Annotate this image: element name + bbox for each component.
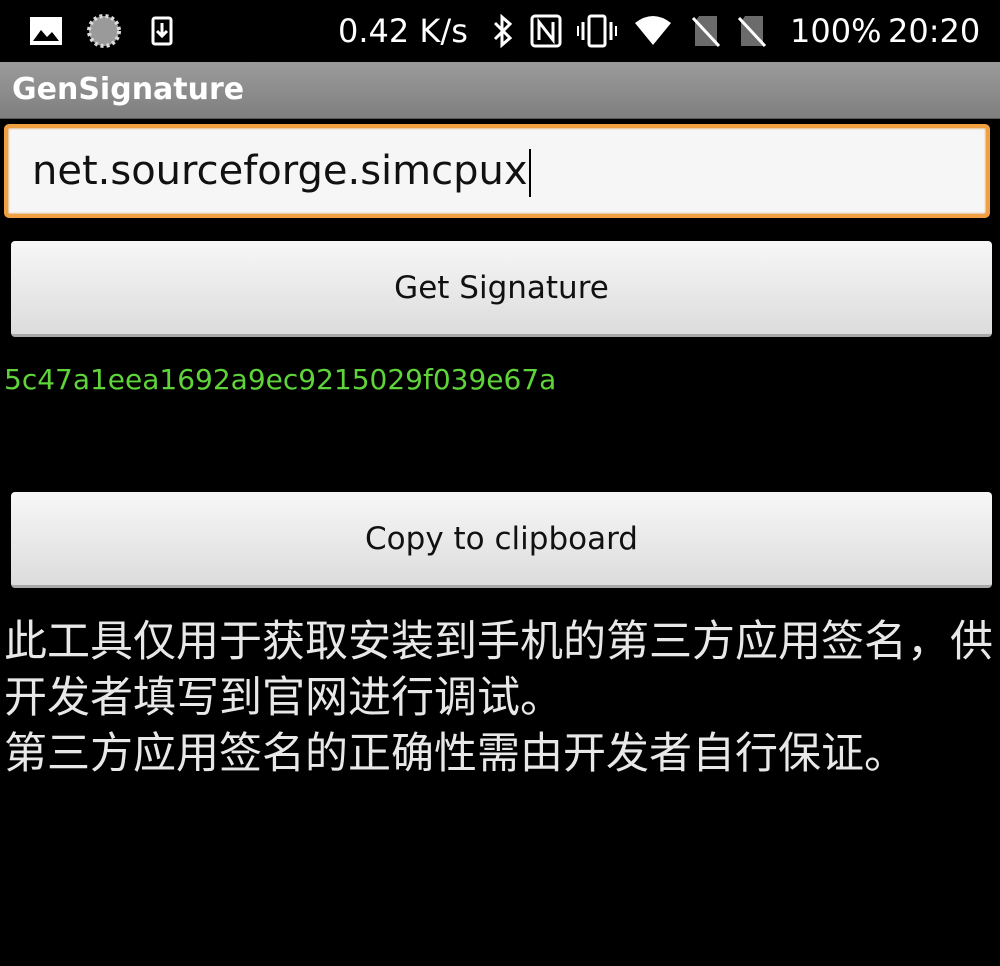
description-text: 此工具仅用于获取安装到手机的第三方应用签名，供开发者填写到官网进行调试。 第三方… [4, 614, 994, 782]
app-bar: GenSignature [0, 62, 1000, 119]
text-cursor [528, 149, 531, 197]
bluetooth-icon [489, 0, 517, 62]
clock: 20:20 [888, 12, 981, 50]
network-speed: 0.42 K/s [338, 12, 468, 50]
package-name-input[interactable]: net.sourceforge.simcpux [4, 124, 990, 218]
no-sim-icon [690, 0, 722, 62]
loading-icon [86, 0, 122, 62]
wifi-icon [632, 0, 674, 62]
copy-to-clipboard-button[interactable]: Copy to clipboard [11, 492, 992, 588]
description-line-2: 第三方应用签名的正确性需由开发者自行保证。 [4, 729, 907, 779]
nfc-icon [528, 0, 564, 62]
battery-level: 100% [790, 12, 882, 50]
app-title: GenSignature [12, 72, 245, 107]
status-bar: 0.42 K/s 100% 20:20 [0, 0, 1000, 62]
get-signature-button[interactable]: Get Signature [11, 241, 992, 337]
download-icon [150, 0, 174, 62]
signature-output: 5c47a1eea1692a9ec9215029f039e67a [4, 363, 557, 396]
no-sim-icon [736, 0, 768, 62]
description-line-1: 此工具仅用于获取安装到手机的第三方应用签名，供开发者填写到官网进行调试。 [4, 617, 993, 723]
vibrate-icon [576, 0, 618, 62]
package-name-text: net.sourceforge.simcpux [32, 148, 528, 194]
package-name-value: net.sourceforge.simcpux [32, 128, 531, 214]
image-icon [28, 0, 64, 62]
